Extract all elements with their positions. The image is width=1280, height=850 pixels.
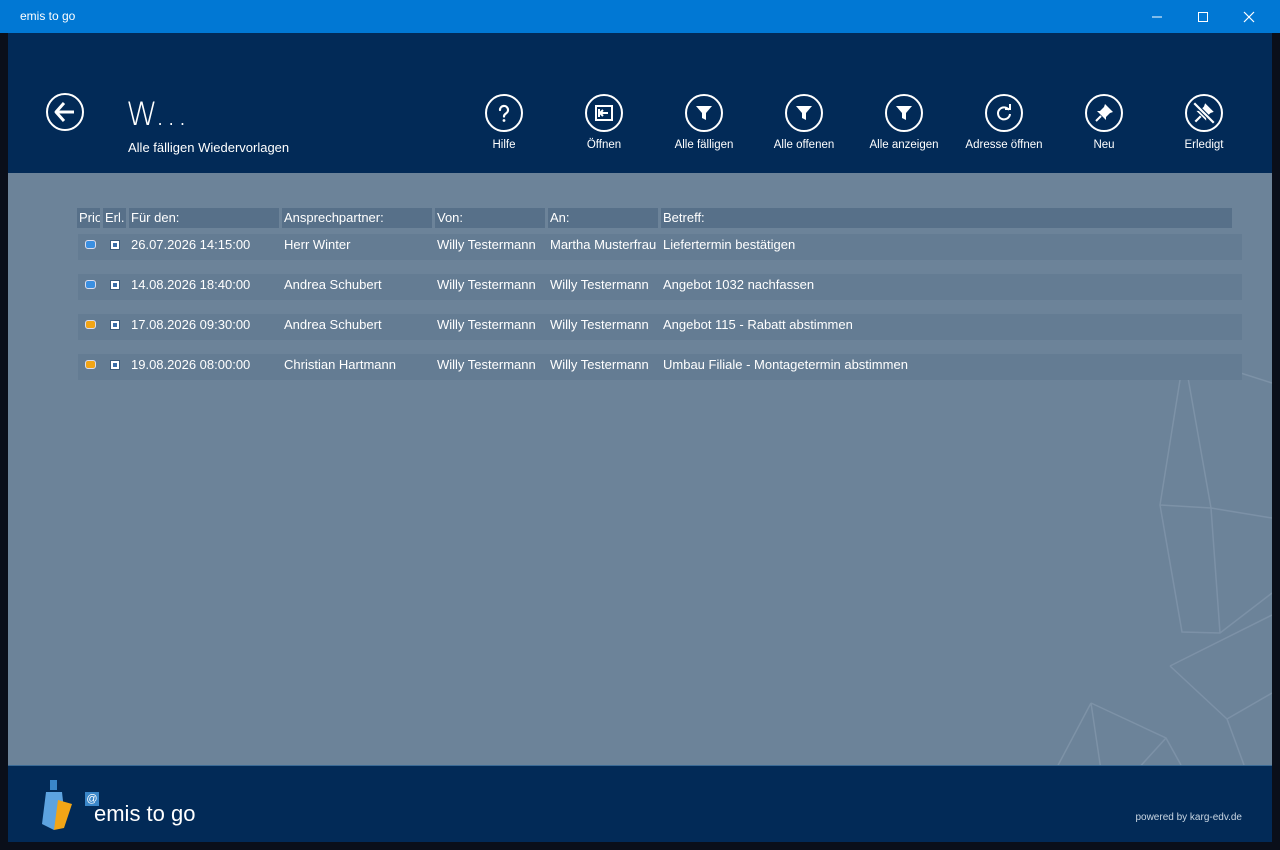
window-title: emis to go bbox=[20, 9, 76, 23]
app-header: W... Alle fälligen Wiedervorlagen Hilfe … bbox=[8, 33, 1272, 173]
table-row[interactable]: 14.08.2026 18:40:00 Andrea Schubert Will… bbox=[78, 274, 1242, 300]
table-row[interactable]: 17.08.2026 09:30:00 Andrea Schubert Will… bbox=[78, 314, 1242, 340]
help-button[interactable]: Hilfe bbox=[454, 94, 554, 151]
contact-cell: Christian Hartmann bbox=[284, 357, 396, 372]
contact-cell: Andrea Schubert bbox=[284, 317, 382, 332]
all-open-button[interactable]: Alle offenen bbox=[754, 94, 854, 151]
priority-indicator bbox=[85, 360, 96, 369]
from-cell: Willy Testermann bbox=[437, 317, 536, 332]
maximize-button[interactable] bbox=[1180, 0, 1226, 33]
due-cell: 19.08.2026 08:00:00 bbox=[131, 357, 251, 372]
due-cell: 14.08.2026 18:40:00 bbox=[131, 277, 251, 292]
subject-cell: Angebot 1032 nachfassen bbox=[663, 277, 815, 292]
minimize-icon bbox=[1152, 16, 1162, 17]
new-label: Neu bbox=[1093, 139, 1115, 151]
done-checkbox[interactable] bbox=[110, 280, 120, 290]
minimize-button[interactable] bbox=[1134, 0, 1180, 33]
column-header-done[interactable]: Erl. bbox=[103, 208, 126, 228]
to-cell: Willy Testermann bbox=[550, 277, 649, 292]
to-cell: Willy Testermann bbox=[550, 357, 649, 372]
close-icon bbox=[1243, 11, 1255, 22]
from-cell: Willy Testermann bbox=[437, 277, 536, 292]
all-open-label: Alle offenen bbox=[773, 139, 835, 151]
filter-icon bbox=[696, 106, 712, 120]
to-cell: Willy Testermann bbox=[550, 317, 649, 332]
app-footer: @ emis to go powered by karg-edv.de bbox=[8, 765, 1272, 842]
subject-cell: Liefertermin bestätigen bbox=[663, 237, 796, 252]
app-logo-text: emis to go bbox=[94, 801, 196, 826]
due-cell: 26.07.2026 14:15:00 bbox=[131, 237, 251, 252]
close-button[interactable] bbox=[1226, 0, 1272, 33]
column-header-subject[interactable]: Betreff: bbox=[661, 208, 1232, 228]
content-area: Prio Erl. Für den: Ansprechpartner: Von:… bbox=[8, 173, 1272, 765]
done-checkbox[interactable] bbox=[110, 320, 120, 330]
contact-cell: Andrea Schubert bbox=[284, 277, 382, 292]
open-address-label: Adresse öffnen bbox=[965, 139, 1043, 151]
open-address-button[interactable]: Adresse öffnen bbox=[954, 94, 1054, 151]
open-icon bbox=[595, 105, 613, 121]
page-title: W... bbox=[126, 95, 189, 133]
question-icon bbox=[498, 104, 510, 122]
table-row[interactable]: 19.08.2026 08:00:00 Christian Hartmann W… bbox=[78, 354, 1242, 380]
footer-divider bbox=[8, 765, 1272, 766]
logo-figure-icon bbox=[42, 780, 72, 830]
arrow-left-icon bbox=[54, 102, 74, 122]
maximize-icon bbox=[1198, 11, 1208, 22]
show-all-button[interactable]: Alle anzeigen bbox=[854, 94, 954, 151]
due-cell: 17.08.2026 09:30:00 bbox=[131, 317, 251, 332]
open-label: Öffnen bbox=[586, 139, 622, 151]
from-cell: Willy Testermann bbox=[437, 237, 536, 252]
done-button[interactable]: Erledigt bbox=[1154, 94, 1254, 151]
table-row[interactable]: 26.07.2026 14:15:00 Herr Winter Willy Te… bbox=[78, 234, 1242, 260]
column-header-to[interactable]: An: bbox=[548, 208, 658, 228]
priority-indicator bbox=[85, 240, 96, 249]
column-header-from[interactable]: Von: bbox=[435, 208, 545, 228]
column-header-contact[interactable]: Ansprechpartner: bbox=[282, 208, 432, 228]
title-bar: emis to go bbox=[0, 0, 1280, 33]
subject-cell: Angebot 115 - Rabatt abstimmen bbox=[663, 317, 853, 332]
column-header-prio[interactable]: Prio bbox=[77, 208, 100, 228]
powered-by-text: powered by karg-edv.de bbox=[1135, 812, 1242, 823]
help-label: Hilfe bbox=[492, 139, 516, 151]
filter-icon bbox=[796, 106, 812, 120]
show-all-label: Alle anzeigen bbox=[869, 139, 939, 151]
subject-cell: Umbau Filiale - Montagetermin abstimmen bbox=[663, 357, 908, 372]
priority-indicator bbox=[85, 280, 96, 289]
to-cell: Martha Musterfrau bbox=[550, 237, 657, 252]
back-button[interactable] bbox=[46, 93, 84, 131]
new-button[interactable]: Neu bbox=[1054, 94, 1154, 151]
contact-cell: Herr Winter bbox=[284, 237, 351, 252]
from-cell: Willy Testermann bbox=[437, 357, 536, 372]
column-header-due[interactable]: Für den: bbox=[129, 208, 279, 228]
done-label: Erledigt bbox=[1184, 139, 1224, 151]
pin-icon bbox=[1095, 104, 1113, 122]
filter-icon bbox=[896, 106, 912, 120]
refresh-icon bbox=[997, 104, 1011, 121]
done-checkbox[interactable] bbox=[110, 360, 120, 370]
all-due-label: Alle fälligen bbox=[674, 139, 734, 151]
page-subtitle: Alle fälligen Wiedervorlagen bbox=[128, 140, 290, 155]
priority-indicator bbox=[85, 320, 96, 329]
unpin-icon bbox=[1192, 101, 1216, 125]
crystal-decoration-icon bbox=[1057, 354, 1272, 765]
all-due-button[interactable]: Alle fälligen bbox=[654, 94, 754, 151]
done-checkbox[interactable] bbox=[110, 240, 120, 250]
open-button[interactable]: Öffnen bbox=[554, 94, 654, 151]
